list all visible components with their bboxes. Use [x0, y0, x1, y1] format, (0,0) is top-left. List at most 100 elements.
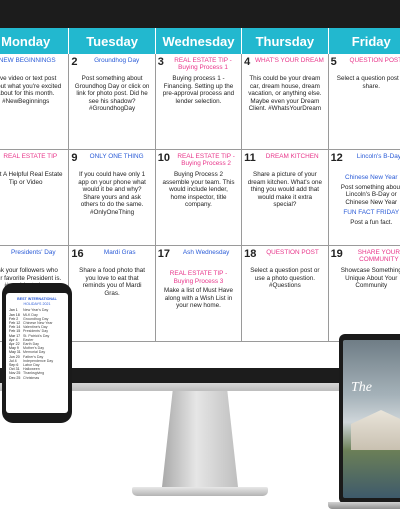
laptop-device: The — [339, 334, 400, 504]
cell-header: 2 Groundhog Day — [71, 56, 152, 72]
calendar-cell[interactable]: 12 Lincoln's B-Day Chinese New Year Post so… — [328, 150, 400, 246]
holiday-list: Jan 1 New Year's Day Jan 18 MLK Day Feb 2 Gro… — [6, 308, 68, 379]
cell-title: REAL ESTATE TIP — [3, 153, 58, 160]
cell-text: Select a question post to share. — [336, 75, 400, 90]
phone-title: BEST INTERNATIONAL — [17, 297, 57, 301]
calendar-cell[interactable]: 8REAL ESTATE TIP Post A Helpful Real Esta… — [0, 150, 70, 246]
cell-title: Presidents' Day — [11, 249, 56, 256]
calendar-cell[interactable]: 2 Groundhog Day Post something about Groun… — [69, 54, 156, 150]
cell-text: Select a question post or use a photo qu… — [250, 267, 320, 290]
cell-text: Buying Process 2 assemble your team. Thi… — [162, 171, 235, 209]
cell-title: Groundhog Day — [94, 57, 140, 64]
cell-body: Chinese New Year Post something about Lin… — [331, 168, 400, 227]
monitor-base — [132, 487, 268, 496]
cell-body: Buying process 1 - Financing. Setting up… — [158, 72, 239, 105]
day-number: 11 — [244, 152, 256, 164]
cell-title: NEW BEGINNINGS — [0, 57, 56, 64]
calendar-cell[interactable]: 4 WHAT'S YOUR DREAM This could be your dre… — [242, 54, 329, 150]
cell-header: 10 REAL ESTATE TIP - Buying Process 2 — [158, 152, 239, 168]
day-header-thursday: Thursday — [242, 28, 329, 54]
laptop-logo: The — [351, 380, 372, 395]
cell-header: 11 DREAM KITCHEN — [244, 152, 325, 168]
day-number: 19 — [330, 248, 343, 260]
cell-body: Live video or text post about what you'r… — [0, 72, 66, 105]
laptop-base — [328, 502, 400, 509]
cell-title: REAL ESTATE TIP - Buying Process 2 — [177, 153, 235, 167]
calendar-cell[interactable]: 17 Ash Wednesday REAL ESTATE TIP - Buying … — [155, 246, 243, 342]
cell-body: REAL ESTATE TIP - Buying Process 3 Make a… — [158, 264, 239, 310]
cell-header: 4 WHAT'S YOUR DREAM — [244, 56, 325, 72]
holiday-date: Dec 25 — [9, 375, 21, 380]
cell-title: DREAM KITCHEN — [265, 153, 319, 160]
day-number: 5 — [330, 56, 337, 68]
phone-screen: BEST INTERNATIONAL HOLIDAYS 2021 Jan 1 Ne… — [6, 293, 68, 413]
cell-text: Post something about Lincoln's B-Day or … — [340, 183, 400, 206]
day-number: 9 — [71, 152, 78, 164]
cell-body: Select a question post to share. — [331, 72, 400, 90]
cell-header: NEW BEGINNINGS — [0, 56, 66, 72]
cell-header: 17 Ash Wednesday — [158, 248, 239, 264]
day-header-tuesday: Tuesday — [69, 28, 156, 54]
cell-text: Post a fun fact. — [350, 218, 393, 226]
calendar-cell[interactable]: 3 REAL ESTATE TIP - Buying Process 1 Buyin… — [155, 54, 243, 150]
cell-body: If you could have only 1 app on your pho… — [71, 168, 152, 217]
holiday-name: Christmas — [23, 375, 40, 380]
day-number: 12 — [330, 152, 343, 164]
cell-body: Showcase Something Unique About Your Com… — [331, 264, 400, 290]
day-number: 4 — [244, 56, 251, 68]
cell-subtitle: Chinese New Year — [344, 174, 398, 181]
cell-title: QUESTION POST — [349, 57, 400, 64]
cell-body: Post A Helpful Real Estate Tip or Video — [0, 168, 66, 186]
calendar-cell[interactable]: 10 REAL ESTATE TIP - Buying Process 2 Buyi… — [155, 150, 243, 246]
calendar-cell[interactable]: 19 SHARE YOUR COMMUNITY Showcase Something… — [328, 246, 400, 342]
monitor-stand — [162, 391, 238, 487]
day-header-wednesday: Wednesday — [155, 28, 243, 54]
cell-text: Share a food photo that you love to eat … — [79, 267, 145, 297]
day-number: 17 — [157, 248, 171, 260]
cell-title: WHAT'S YOUR DREAM — [255, 57, 324, 64]
calendar-cell[interactable]: NEW BEGINNINGS Live video or text post ab… — [0, 54, 70, 150]
cell-header: 19 SHARE YOUR COMMUNITY — [331, 248, 400, 264]
cell-body: Share a food photo that you love to eat … — [71, 264, 152, 297]
cell-header: 16 Mardi Gras — [71, 248, 152, 264]
day-number: 18 — [244, 248, 257, 260]
holiday-row: Dec 25 Christmas — [6, 376, 68, 380]
cell-body: Select a question post or use a photo qu… — [244, 264, 325, 290]
day-number: 3 — [157, 56, 164, 68]
calendar-cell[interactable]: 11 DREAM KITCHEN Share a picture of your d… — [242, 150, 329, 246]
cell-subtitle: REAL ESTATE TIP - Buying Process 3 — [169, 270, 228, 285]
day-header-monday: Monday — [0, 28, 70, 54]
laptop-screen: The — [343, 340, 400, 498]
cell-title: SHARE YOUR COMMUNITY — [357, 249, 400, 263]
cell-header: 9 ONLY ONE THING — [71, 152, 152, 168]
cell-text: Live video or text post about what you'r… — [0, 75, 62, 105]
phone-device: BEST INTERNATIONAL HOLIDAYS 2021 Jan 1 Ne… — [2, 283, 72, 423]
day-header-friday: Friday — [328, 28, 400, 54]
cell-header: 18 QUESTION POST — [244, 248, 325, 264]
house-image — [351, 410, 400, 450]
cell-title: QUESTION POST — [266, 249, 319, 256]
day-number: 10 — [157, 152, 171, 164]
calendar-cell[interactable]: 16 Mardi Gras Share a food photo that you … — [69, 246, 156, 342]
cell-text: Post something about Groundhog Day or cl… — [74, 75, 150, 113]
cell-header: 12 Lincoln's B-Day — [331, 152, 400, 168]
day-number: 2 — [71, 56, 78, 68]
day-number: 16 — [71, 248, 84, 260]
cell-text: Showcase Something Unique About Your Com… — [340, 267, 400, 290]
cell-text: Share a picture of your dream kitchen. W… — [247, 171, 323, 209]
cell-text: Make a list of Must Have along with a Wi… — [164, 287, 233, 310]
cell-header: 3 REAL ESTATE TIP - Buying Process 1 — [158, 56, 239, 72]
cell-header: 8REAL ESTATE TIP — [0, 152, 66, 168]
cell-title: REAL ESTATE TIP - Buying Process 1 — [174, 57, 232, 71]
calendar-cell[interactable]: 5 QUESTION POST Select a question post to … — [328, 54, 400, 150]
cell-text: Post A Helpful Real Estate Tip or Video — [0, 171, 63, 186]
calendar-cell[interactable]: 9 ONLY ONE THING If you could have only 1 … — [69, 150, 156, 246]
cell-text: This could be your dream car, dream hous… — [248, 75, 322, 113]
cell-subtitle: FUN FACT FRIDAY — [343, 209, 400, 217]
cell-title: Mardi Gras — [103, 249, 136, 256]
cell-title: Lincoln's B-Day — [356, 153, 400, 160]
cell-body: Post something about Groundhog Day or cl… — [71, 72, 152, 113]
cell-title: Ash Wednesday — [182, 249, 230, 256]
cell-body: Buying Process 2 assemble your team. Thi… — [158, 168, 239, 209]
calendar-cell[interactable]: 18 QUESTION POST Select a question post or… — [242, 246, 329, 342]
